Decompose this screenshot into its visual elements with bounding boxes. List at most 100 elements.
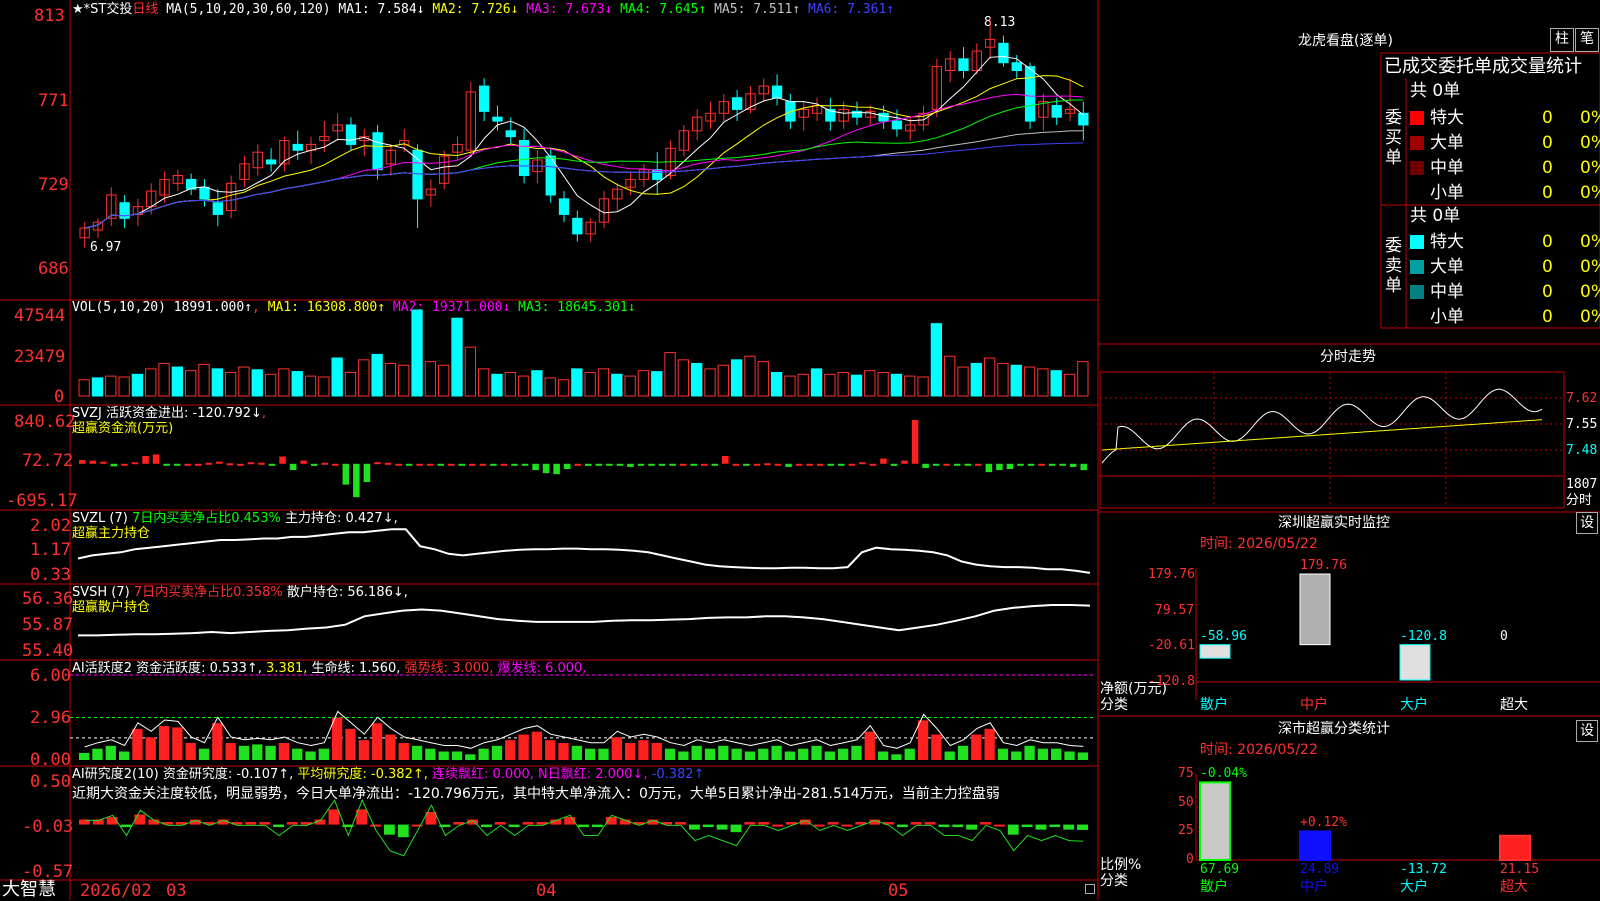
volume-bar xyxy=(664,352,676,397)
active-bar xyxy=(305,751,316,760)
research-bar xyxy=(120,824,132,828)
active-bar xyxy=(438,751,449,760)
active-bar xyxy=(265,745,276,760)
flow-bar xyxy=(595,463,603,466)
volume-bar xyxy=(864,370,876,397)
volume-bar xyxy=(997,362,1009,397)
active-bar xyxy=(718,745,729,760)
candle-body xyxy=(771,85,783,99)
volume-bar xyxy=(238,366,250,397)
candle-body xyxy=(478,85,490,112)
flow-bar xyxy=(574,463,581,466)
flow-bar xyxy=(1069,463,1077,467)
flow-bar xyxy=(542,463,550,474)
candle-body xyxy=(292,143,303,151)
main-holding-line xyxy=(77,528,1091,574)
flow-bar xyxy=(648,463,655,466)
flow-bar xyxy=(1080,463,1087,471)
research-bar xyxy=(259,822,271,825)
active-bar xyxy=(252,744,263,760)
research-bar xyxy=(273,824,284,828)
volume-bar xyxy=(637,370,650,397)
flow-bar xyxy=(173,463,181,466)
candle-body xyxy=(652,169,663,180)
active-bar xyxy=(864,731,875,760)
volume-bar xyxy=(477,368,490,397)
volume-bar xyxy=(571,368,583,397)
candle-body xyxy=(199,186,210,200)
flow-bar xyxy=(458,463,466,466)
volume-bar xyxy=(877,371,889,397)
active-bar xyxy=(1077,752,1088,760)
flow-bar xyxy=(953,463,961,466)
research-bar xyxy=(827,822,839,825)
volume-bar xyxy=(438,364,450,397)
flow-bar xyxy=(110,463,118,467)
active-bar xyxy=(758,748,769,760)
volume-bar xyxy=(371,353,383,397)
active-bar xyxy=(957,745,969,760)
research-bar xyxy=(675,822,686,825)
retail-holding-line xyxy=(78,604,1091,637)
flow-bar xyxy=(447,463,455,466)
ma-line-6 xyxy=(84,142,1084,229)
candle-body xyxy=(412,149,423,200)
active-bar xyxy=(145,737,156,760)
flow-bar xyxy=(363,463,371,483)
volume-bar xyxy=(890,373,903,397)
volume-bar xyxy=(930,323,943,397)
research-line xyxy=(84,798,1084,857)
volume-bar xyxy=(611,373,623,397)
volume-bar xyxy=(131,373,144,397)
flow-bar xyxy=(89,460,97,464)
active-bar xyxy=(79,752,90,760)
active-bar xyxy=(611,737,622,760)
active-bar xyxy=(598,748,609,760)
active-bar xyxy=(558,743,569,760)
flow-bar xyxy=(1048,463,1056,466)
flow-bar xyxy=(310,463,318,466)
active-bar xyxy=(318,748,329,760)
active-bar xyxy=(1037,748,1049,760)
volume-bar xyxy=(291,371,303,397)
research-bar xyxy=(980,822,991,825)
volume-bar xyxy=(331,357,343,397)
research-bar xyxy=(508,824,520,828)
active-bar xyxy=(531,731,543,760)
active-bar xyxy=(744,751,756,760)
active-bar xyxy=(824,751,835,760)
flow-bar xyxy=(216,461,223,464)
research-bar xyxy=(383,824,395,835)
flow-bar xyxy=(1038,463,1045,466)
flow-bar xyxy=(1027,463,1035,466)
volume-bar xyxy=(158,362,170,397)
volume-bar xyxy=(411,309,423,397)
flow-bar xyxy=(606,463,613,466)
active-bar xyxy=(132,728,143,760)
flow-bar xyxy=(585,463,592,466)
flow-bar xyxy=(395,463,402,466)
active-bar xyxy=(784,751,796,760)
flow-bar xyxy=(627,463,634,467)
volume-bar xyxy=(198,363,210,397)
flow-bar xyxy=(911,420,919,464)
research-bar xyxy=(730,824,742,833)
flow-bar xyxy=(563,463,571,469)
flow-bar xyxy=(416,463,423,466)
active-bar xyxy=(664,748,676,760)
research-bar xyxy=(494,822,506,825)
research-bar xyxy=(896,824,908,828)
flow-bar xyxy=(479,463,487,466)
plot-layer xyxy=(70,18,1543,862)
research-bar xyxy=(841,824,853,827)
flow-bar xyxy=(405,463,413,466)
volume-bar xyxy=(531,370,543,397)
monitor-bar xyxy=(1399,644,1431,681)
volume-bar xyxy=(118,376,130,397)
active-bar xyxy=(638,740,649,760)
volume-bar xyxy=(584,371,596,397)
volume-bar xyxy=(1037,368,1049,397)
candle-body xyxy=(1078,112,1089,126)
flow-bar xyxy=(658,463,666,466)
volume-bar xyxy=(970,362,982,397)
